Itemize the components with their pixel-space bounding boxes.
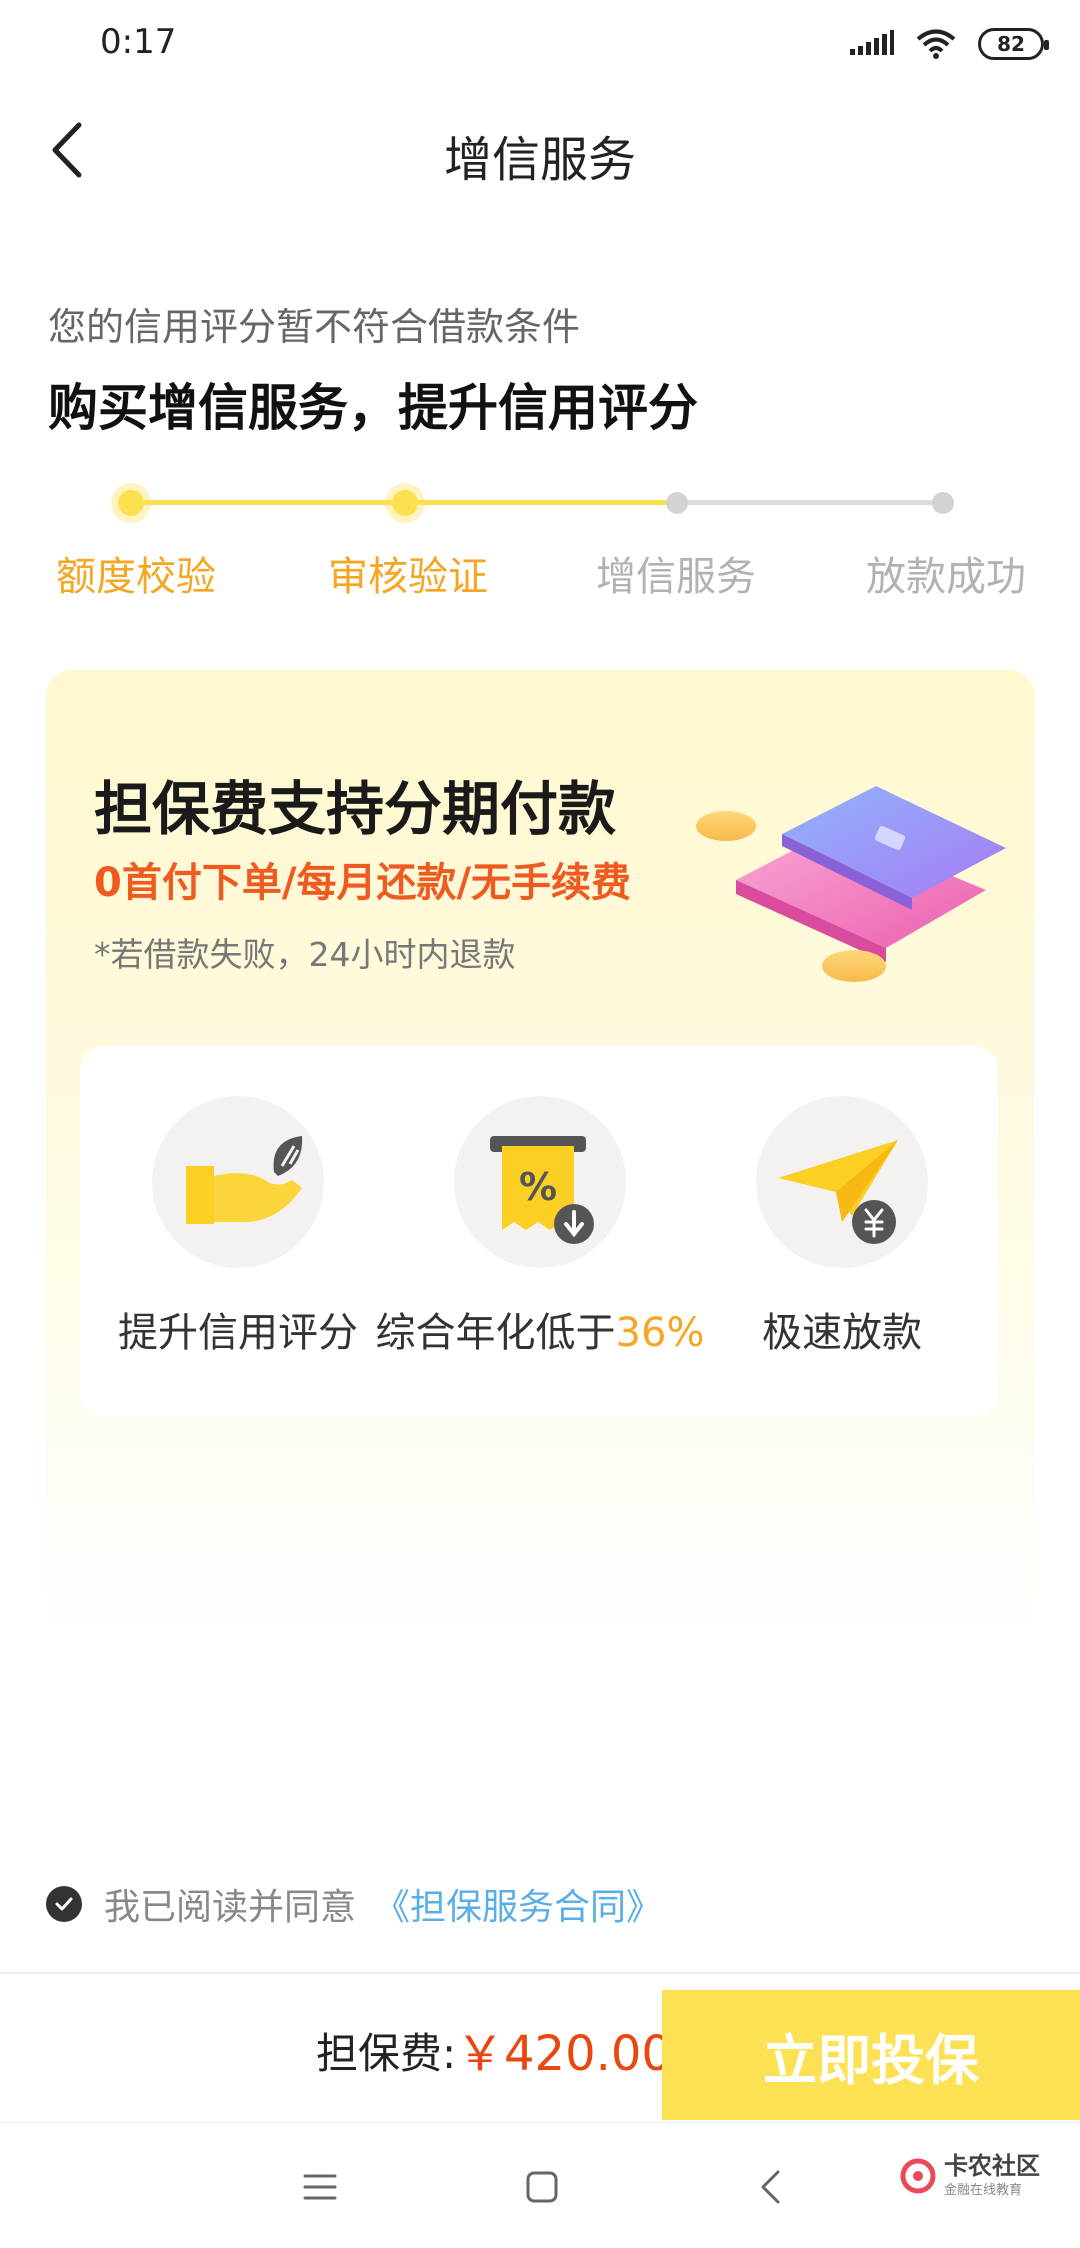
features-panel: 提升信用评分 % 综合年化低于36% 极速放款	[80, 1046, 998, 1416]
guarantee-contract-link[interactable]: 《担保服务合同》	[374, 1878, 662, 1930]
fee-amount: ￥420.00	[456, 2026, 672, 2082]
promo-note: *若借款失败，24小时内退款	[94, 935, 516, 974]
feature-fast-loan: 极速放款	[692, 1096, 992, 1396]
battery-icon: 82	[978, 28, 1049, 60]
system-nav-bar: 卡农社区 金融在线教育	[0, 2122, 1080, 2248]
svg-text:%: %	[519, 1165, 557, 1209]
step-dot-1	[118, 490, 144, 516]
home-button[interactable]	[512, 2159, 572, 2215]
watermark-text: 卡农社区 金融在线教育	[944, 2152, 1040, 2199]
feature-icon-circle: %	[454, 1096, 626, 1268]
menu-button[interactable]	[290, 2159, 350, 2215]
feature-label-prefix: 综合年化低于	[375, 1310, 616, 1356]
buy-insurance-button[interactable]: 立即投保	[662, 1990, 1080, 2120]
feature-low-rate: % 综合年化低于36%	[376, 1096, 704, 1396]
credit-cards-icon	[696, 786, 1006, 982]
header: 增信服务	[0, 100, 1080, 200]
step-progress: 额度校验 审核验证 增信服务 放款成功	[0, 470, 1080, 610]
credit-status-text: 您的信用评分暂不符合借款条件	[48, 305, 581, 349]
watermark-title: 卡农社区	[944, 2152, 1040, 2180]
feature-credit-score: 提升信用评分	[88, 1096, 388, 1396]
headline: 购买增信服务，提升信用评分	[48, 379, 698, 437]
step-label-1: 额度校验	[56, 554, 216, 600]
paper-plane-yuan-icon	[778, 1140, 898, 1244]
step-dot-3	[666, 492, 688, 514]
step-label-2: 审核验证	[328, 554, 488, 600]
wifi-icon	[916, 29, 956, 59]
status-icons: 82	[850, 24, 1049, 64]
agreement-row: 我已阅读并同意 《担保服务合同》	[46, 1878, 662, 1930]
kanong-logo-icon	[900, 2158, 936, 2194]
feature-icon-circle	[152, 1096, 324, 1268]
step-dot-2	[392, 490, 418, 516]
promo-title: 担保费支持分期付款	[94, 775, 617, 843]
percent-receipt-icon: %	[490, 1136, 594, 1244]
home-square-icon	[526, 2171, 558, 2203]
promo-subtitle: 0首付下单/每月还款/无手续费	[94, 860, 632, 906]
fee-label: 担保费:	[316, 2029, 457, 2078]
step-connector	[404, 500, 676, 505]
status-bar: 0:17 82	[0, 0, 1080, 90]
bottom-action-bar: 担保费: ￥420.00 立即投保	[0, 1972, 1080, 2120]
signal-icon	[850, 30, 894, 55]
promo-card: 担保费支持分期付款 0首付下单/每月还款/无手续费 *若借款失败，24小时内退款	[46, 670, 1034, 1670]
checkbox-checked-icon[interactable]	[46, 1886, 82, 1922]
status-time: 0:17	[100, 22, 177, 62]
menu-icon	[303, 2174, 337, 2200]
checkmark-icon	[55, 1897, 73, 1911]
nav-back-button[interactable]	[740, 2159, 800, 2215]
watermark: 卡农社区 金融在线教育	[900, 2153, 1040, 2198]
watermark-subtitle: 金融在线教育	[944, 2183, 1023, 2199]
agreement-text: 我已阅读并同意	[104, 1887, 357, 1928]
page-title: 增信服务	[443, 132, 636, 188]
step-connector	[132, 500, 404, 505]
feature-icon-circle	[756, 1096, 928, 1268]
feature-label: 极速放款	[762, 1310, 922, 1356]
step-dot-4	[932, 492, 954, 514]
battery-level: 82	[997, 32, 1025, 56]
step-connector	[676, 500, 944, 505]
step-label-3: 增信服务	[596, 554, 756, 600]
hand-with-leaf-icon	[186, 1136, 303, 1224]
back-triangle-icon	[761, 2170, 780, 2204]
step-label-4: 放款成功	[866, 554, 1026, 600]
